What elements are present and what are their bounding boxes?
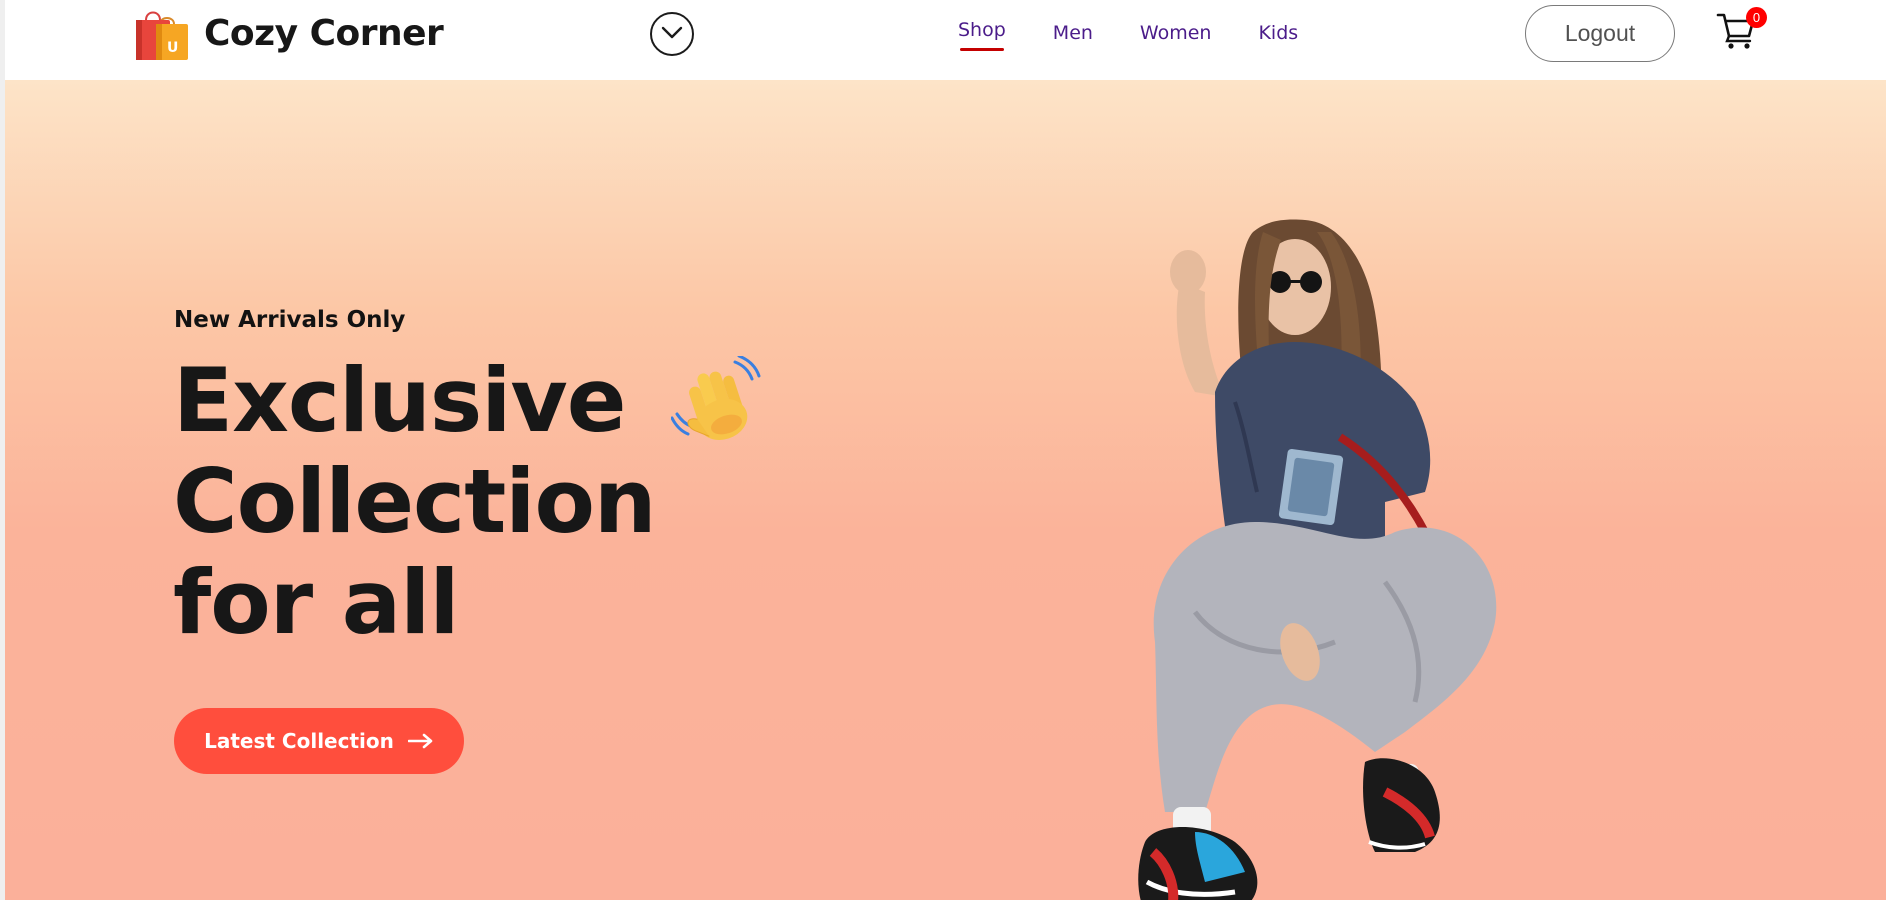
page: U Cozy Corner Shop Men Women Kids Logout…: [0, 0, 1886, 900]
menu-dropdown-button[interactable]: [650, 12, 694, 56]
nav-item-men[interactable]: Men: [1053, 0, 1093, 44]
nav-item-label: Men: [1052, 22, 1093, 44]
hero-title-line: Exclusive: [173, 350, 763, 451]
shopping-bags-icon: U: [134, 6, 192, 61]
navbar: U Cozy Corner Shop Men Women Kids Logout…: [0, 0, 1886, 900]
logo-letter: U: [167, 40, 178, 56]
nav-item-label: Shop: [958, 19, 1006, 41]
cta-label: Latest Collection: [204, 729, 394, 753]
main-nav: Shop Men Women Kids: [958, 0, 1298, 80]
nav-item-label: Women: [1139, 22, 1212, 44]
chevron-down-icon: [661, 25, 683, 44]
hero-title-line-1: Exclusive: [173, 349, 626, 452]
hero-model-image: [1085, 192, 1555, 900]
active-nav-underline: [960, 48, 1004, 51]
arrow-right-icon: [407, 733, 434, 749]
waving-hand-icon: [670, 354, 763, 448]
nav-item-label: Kids: [1258, 22, 1299, 44]
hero-title: Exclusive Collection for all: [173, 350, 763, 653]
hero-title-line-3: for all: [173, 551, 460, 654]
nav-item-women[interactable]: Women: [1140, 0, 1212, 44]
latest-collection-button[interactable]: Latest Collection: [174, 708, 464, 774]
nav-item-kids[interactable]: Kids: [1258, 0, 1298, 44]
hero-eyebrow: New Arrivals Only: [174, 307, 406, 333]
logout-button[interactable]: Logout: [1525, 5, 1675, 62]
nav-item-shop[interactable]: Shop: [958, 0, 1006, 51]
brand-logo-link[interactable]: U Cozy Corner: [134, 6, 444, 61]
cart-count-badge: 0: [1746, 7, 1767, 28]
hero-title-line-2: Collection: [173, 450, 657, 553]
hero-banner: New Arrivals Only Exclusive Collection f…: [5, 80, 1886, 900]
cart-icon: [1716, 13, 1756, 54]
brand-name: Cozy Corner: [204, 13, 444, 54]
